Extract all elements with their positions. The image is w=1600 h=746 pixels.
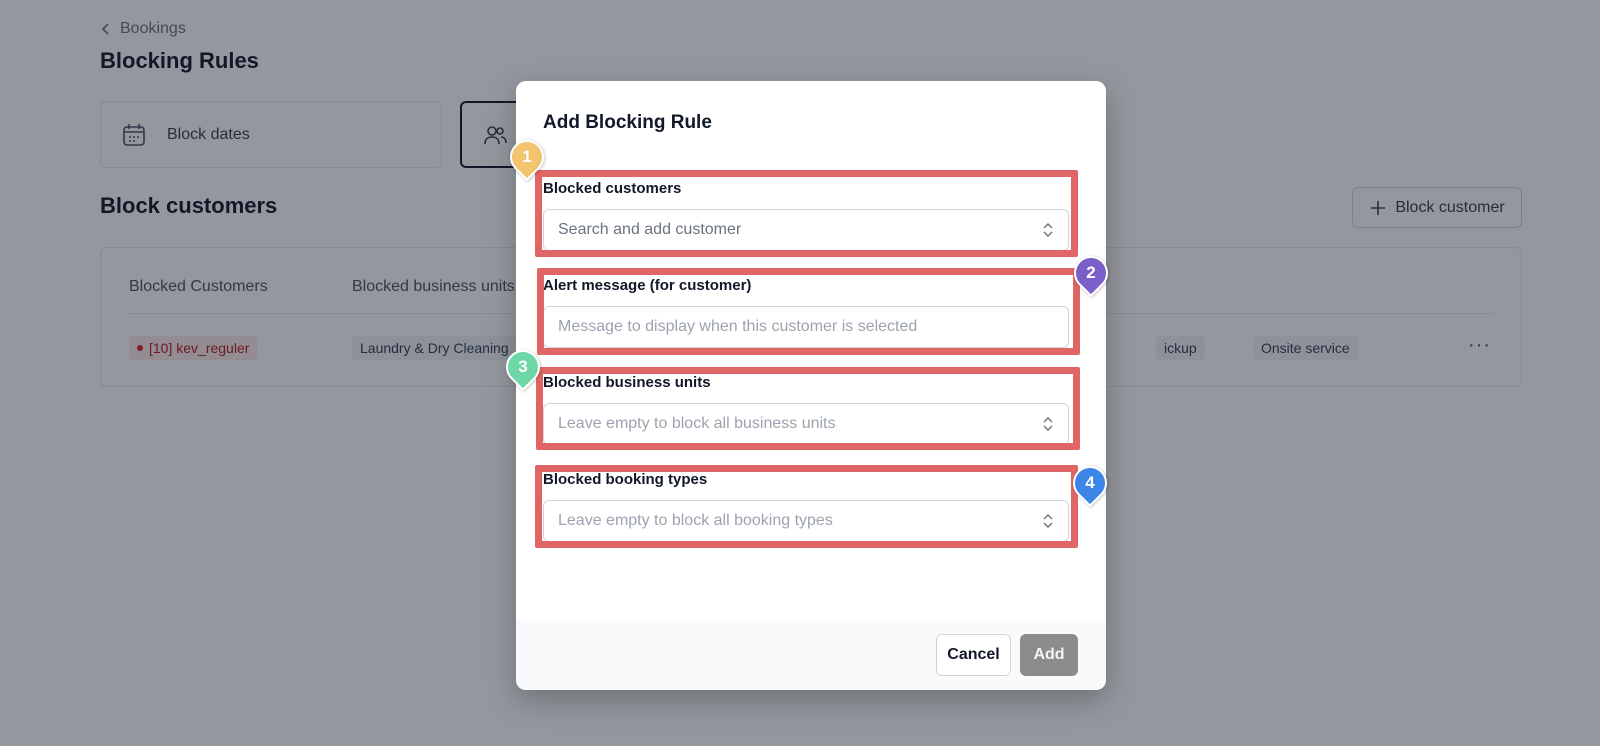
blocked-booking-types-label: Blocked booking types (543, 471, 708, 488)
cancel-button[interactable]: Cancel (936, 634, 1011, 676)
blocked-booking-types-placeholder: Leave empty to block all booking types (558, 512, 833, 529)
blocked-customers-select[interactable]: Search and add customer (543, 209, 1069, 251)
marker-3-number: 3 (518, 357, 528, 376)
blocked-business-units-placeholder: Leave empty to block all business units (558, 415, 836, 432)
dialog-footer: Cancel Add (516, 620, 1106, 690)
blocked-business-units-select[interactable]: Leave empty to block all business units (543, 403, 1069, 445)
marker-1-number: 1 (522, 147, 532, 166)
marker-2-number: 2 (1086, 263, 1096, 282)
alert-message-input[interactable] (543, 306, 1069, 348)
alert-message-label: Alert message (for customer) (543, 277, 752, 294)
blocked-business-units-label: Blocked business units (543, 374, 711, 391)
add-blocking-rule-dialog: Add Blocking Rule Blocked customers Sear… (516, 81, 1106, 690)
blocked-customers-label: Blocked customers (543, 180, 682, 197)
blocked-booking-types-select[interactable]: Leave empty to block all booking types (543, 500, 1069, 542)
marker-4-number: 4 (1085, 473, 1095, 492)
dialog-title: Add Blocking Rule (543, 112, 712, 133)
blocked-customers-placeholder: Search and add customer (558, 221, 742, 238)
chevron-updown-icon (1043, 514, 1053, 528)
chevron-updown-icon (1043, 417, 1053, 431)
chevron-updown-icon (1043, 223, 1053, 237)
add-button[interactable]: Add (1020, 634, 1078, 676)
